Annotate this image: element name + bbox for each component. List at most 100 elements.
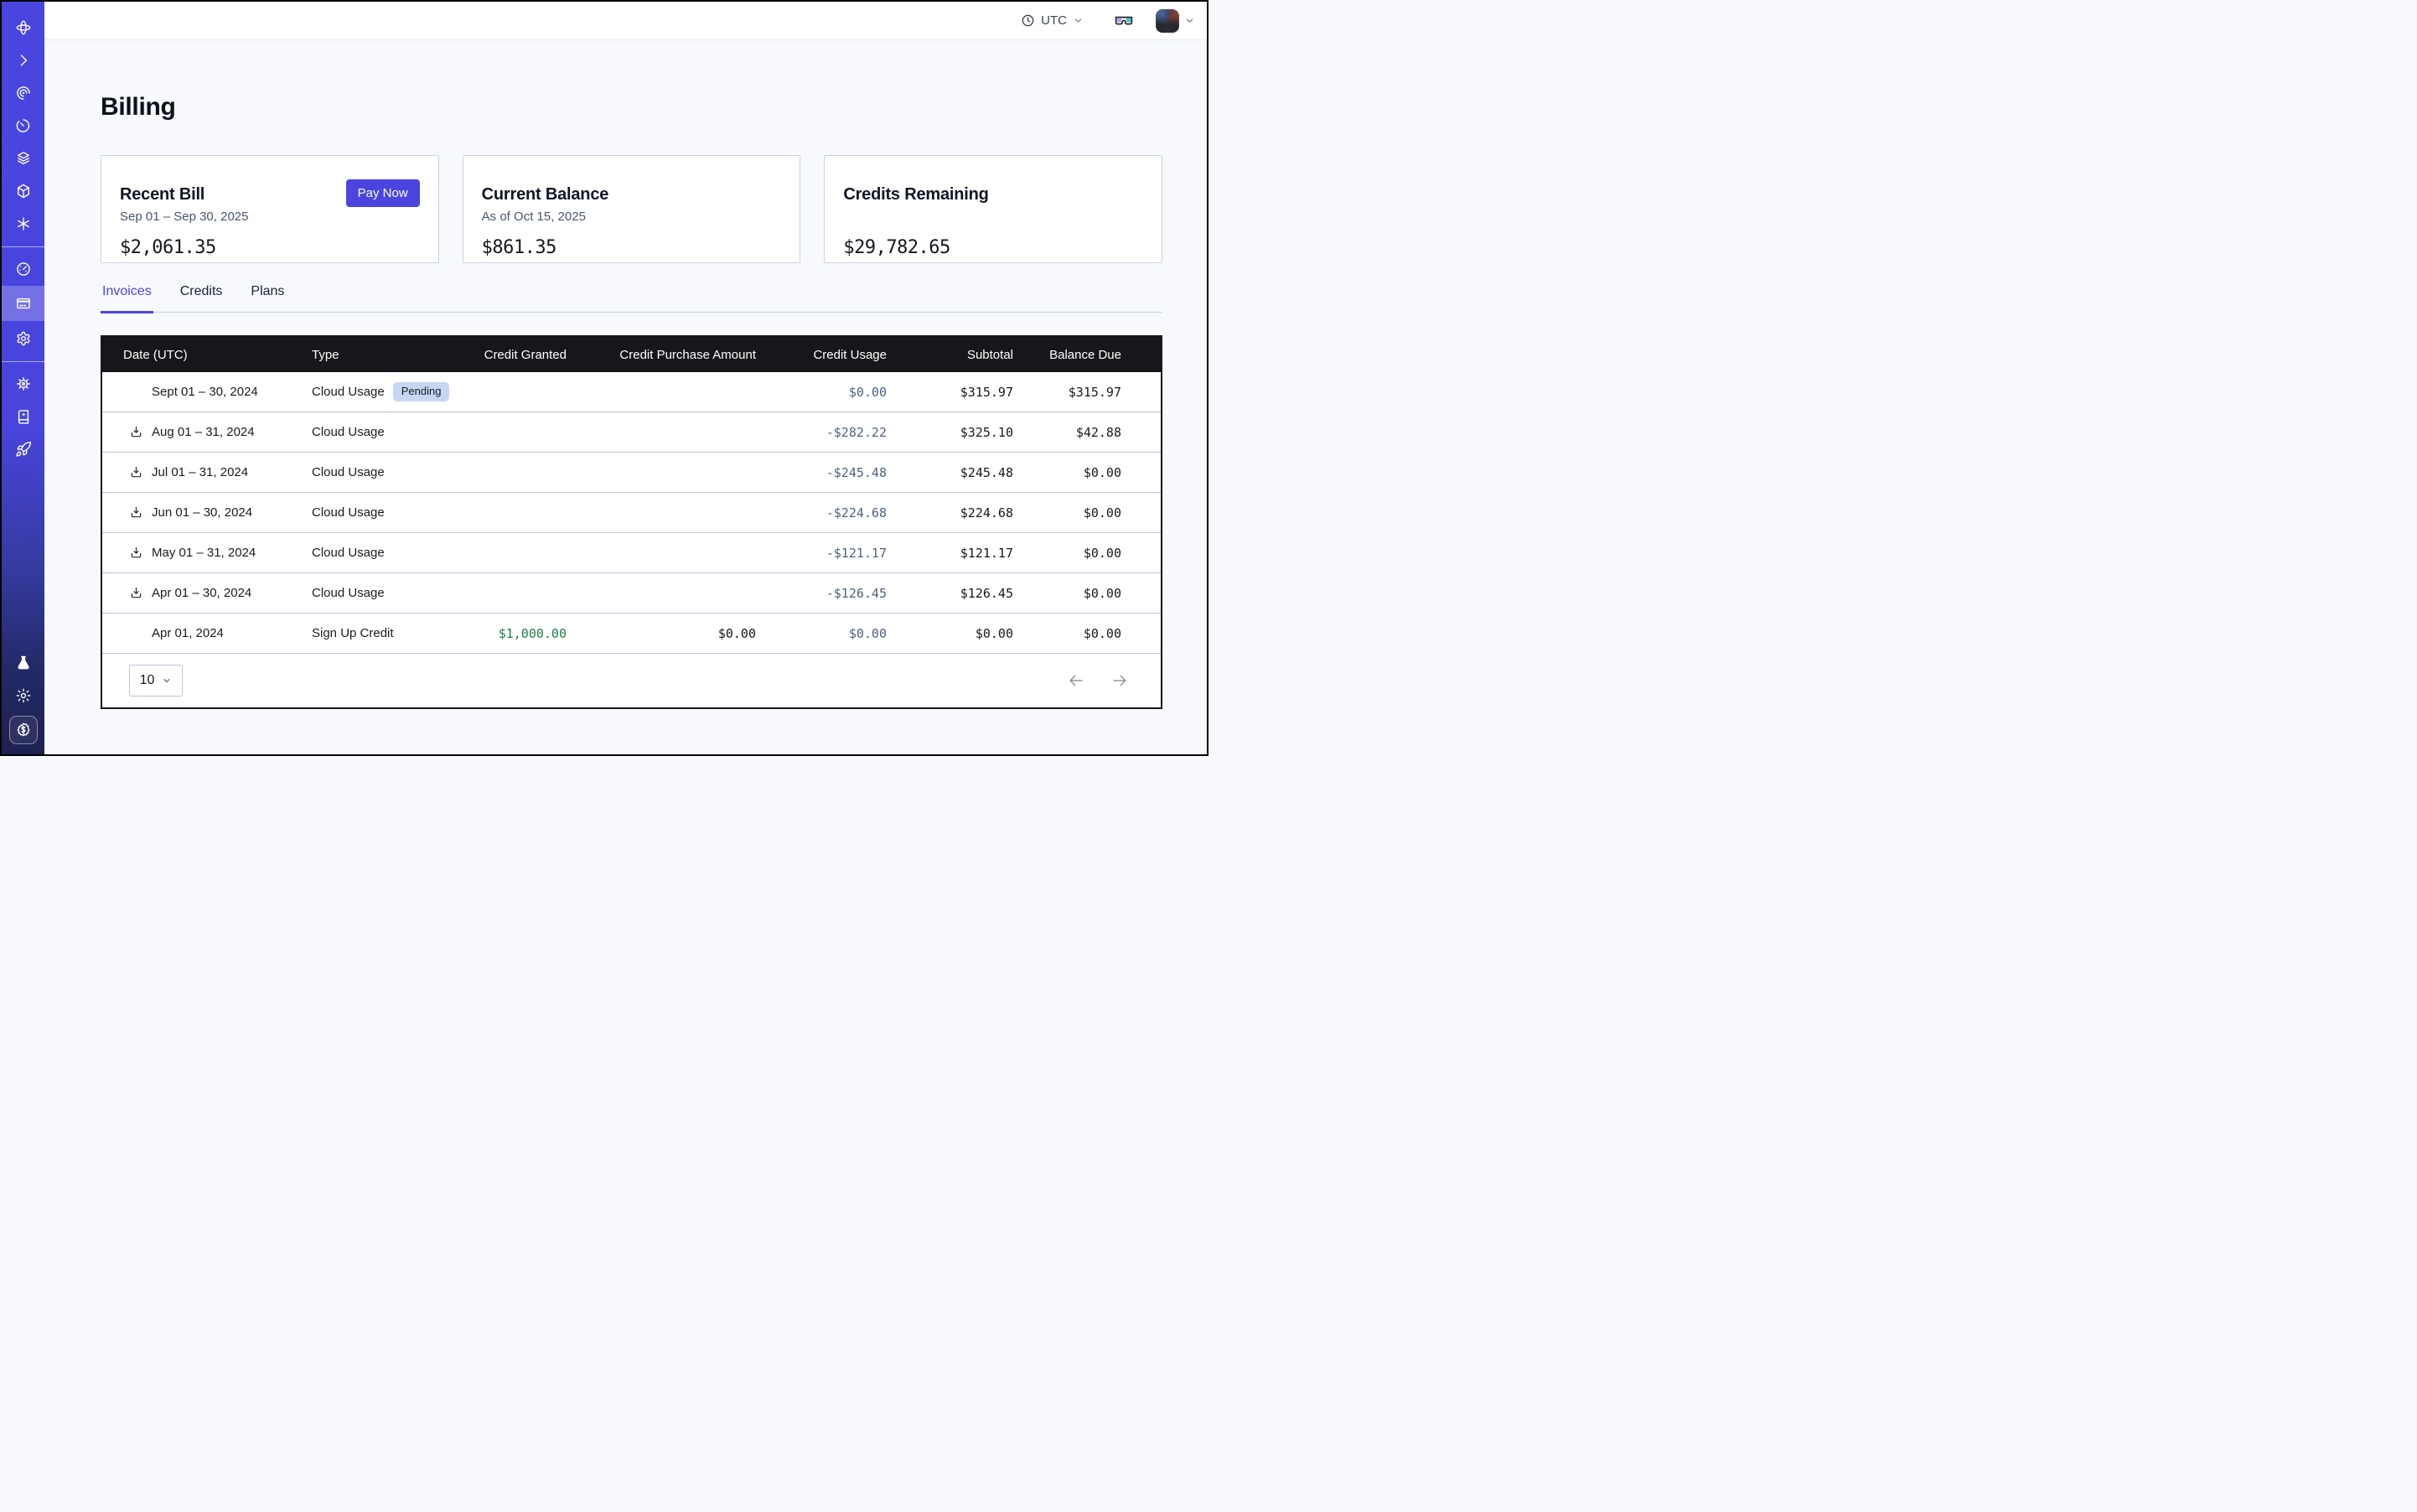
download-invoice-icon[interactable] xyxy=(129,586,143,600)
card-title: Current Balance xyxy=(482,184,782,205)
credit-usage: -$224.68 xyxy=(756,505,887,520)
user-avatar[interactable] xyxy=(1156,9,1179,33)
invoice-type: Cloud Usage xyxy=(312,546,385,560)
invoices-table: Date (UTC)TypeCredit GrantedCredit Purch… xyxy=(101,335,1162,709)
credits-remaining-card: Credits Remaining $29,782.65 xyxy=(824,155,1162,263)
rocket-icon[interactable] xyxy=(2,433,44,464)
table-footer: 10 xyxy=(102,654,1161,707)
invoice-date: Sept 01 – 30, 2024 xyxy=(152,385,258,399)
balance-due: $0.00 xyxy=(1013,626,1121,641)
subtotal: $126.45 xyxy=(887,586,1013,601)
card-subtitle: Sep 01 – Sep 30, 2025 xyxy=(120,208,420,226)
download-invoice-icon[interactable] xyxy=(129,425,143,439)
balance-due: $42.88 xyxy=(1013,425,1121,440)
tab-credits[interactable]: Credits xyxy=(179,283,225,313)
download-invoice-icon[interactable] xyxy=(129,546,143,560)
invoice-date: Aug 01 – 31, 2024 xyxy=(152,425,255,439)
page-size-value: 10 xyxy=(140,673,155,688)
column-header: Balance Due xyxy=(1013,348,1121,362)
theme-sun-icon[interactable] xyxy=(2,680,44,711)
credit-usage: -$282.22 xyxy=(756,425,887,440)
credit-usage: $0.00 xyxy=(756,626,887,641)
main-area: UTC Billing Recent Bill Sep 01 – Sep 30,… xyxy=(44,2,1207,754)
invoice-type: Sign Up Credit xyxy=(312,626,394,640)
credit-usage: -$126.45 xyxy=(756,586,887,601)
subtotal: $325.10 xyxy=(887,425,1013,440)
table-row: Sept 01 – 30, 2024Cloud UsagePending$0.0… xyxy=(102,372,1161,412)
next-page-button[interactable] xyxy=(1110,671,1131,691)
sidebar-divider xyxy=(2,361,44,362)
account-menu-chevron-icon[interactable] xyxy=(1184,15,1195,26)
helm-wheel-icon[interactable] xyxy=(2,368,44,399)
card-subtitle xyxy=(843,208,1143,226)
expand-sidebar-icon[interactable] xyxy=(2,44,44,75)
timezone-label: UTC xyxy=(1041,13,1067,28)
column-header: Date (UTC) xyxy=(102,348,312,362)
download-invoice-icon[interactable] xyxy=(129,465,143,479)
balance-due: $0.00 xyxy=(1013,546,1121,561)
previous-page-button[interactable] xyxy=(1067,671,1087,691)
column-header: Subtotal xyxy=(887,348,1013,362)
layers-icon[interactable] xyxy=(2,142,44,173)
recent-bill-card: Recent Bill Sep 01 – Sep 30, 2025 $2,061… xyxy=(101,155,439,263)
pay-now-button[interactable]: Pay Now xyxy=(346,179,420,207)
invoice-date: Apr 01 – 30, 2024 xyxy=(152,586,251,600)
invoice-type: Cloud Usage xyxy=(312,586,385,600)
credit-purchase-amount: $0.00 xyxy=(567,626,756,641)
card-amount: $861.35 xyxy=(482,236,782,261)
table-row: Jul 01 – 31, 2024 Cloud Usage -$245.48$245… xyxy=(102,453,1161,493)
subtotal: $245.48 xyxy=(887,465,1013,480)
clock-icon xyxy=(1021,13,1035,28)
invoice-date: Jul 01 – 31, 2024 xyxy=(152,465,248,479)
invoice-type: Cloud Usage xyxy=(312,465,385,479)
timer-icon[interactable] xyxy=(2,110,44,141)
invoice-type: Cloud Usage xyxy=(312,425,385,439)
subtotal: $0.00 xyxy=(887,626,1013,641)
docs-book-icon[interactable] xyxy=(2,401,44,432)
download-placeholder xyxy=(129,385,143,399)
invoice-date: Apr 01, 2024 xyxy=(152,626,224,640)
current-balance-card: Current Balance As of Oct 15, 2025 $861.… xyxy=(463,155,801,263)
cube-icon[interactable] xyxy=(2,175,44,206)
download-invoice-icon[interactable] xyxy=(129,505,143,520)
billing-credit-card-icon[interactable] xyxy=(2,286,44,321)
chevron-down-icon xyxy=(1073,15,1084,26)
credit-usage: $0.00 xyxy=(756,385,887,400)
card-title: Credits Remaining xyxy=(843,184,1143,205)
credit-usage: -$245.48 xyxy=(756,465,887,480)
card-amount: $2,061.35 xyxy=(120,236,420,261)
tab-plans[interactable]: Plans xyxy=(249,283,286,313)
timezone-selector[interactable]: UTC xyxy=(1021,13,1084,28)
page-title: Billing xyxy=(101,91,1162,124)
credit-usage: -$121.17 xyxy=(756,546,887,561)
column-header: Credit Granted xyxy=(454,348,567,362)
logo-orbit-icon[interactable] xyxy=(2,12,44,43)
sidebar-divider xyxy=(2,246,44,247)
iris-icon[interactable] xyxy=(2,77,44,108)
gauge-icon[interactable] xyxy=(2,253,44,284)
sidebar xyxy=(2,2,44,754)
table-row: Jun 01 – 30, 2024Cloud Usage-$224.68$224… xyxy=(102,493,1161,533)
tab-invoices[interactable]: Invoices xyxy=(101,283,153,313)
chevron-down-icon xyxy=(162,676,172,686)
column-header: Credit Usage xyxy=(756,348,887,362)
subtotal: $224.68 xyxy=(887,505,1013,520)
credit-granted: $1,000.00 xyxy=(454,626,567,641)
page-size-select[interactable]: 10 xyxy=(129,665,183,696)
subtotal: $315.97 xyxy=(887,385,1013,400)
topbar: UTC xyxy=(44,2,1207,40)
download-placeholder xyxy=(129,626,143,640)
card-subtitle: As of Oct 15, 2025 xyxy=(482,208,782,226)
table-row: Apr 01 – 30, 2024 Cloud Usage -$126.45$126… xyxy=(102,573,1161,614)
arrow-left-icon xyxy=(1067,671,1087,690)
subtotal: $121.17 xyxy=(887,546,1013,561)
billing-tabs: Invoices Credits Plans xyxy=(101,283,1162,313)
table-row: Aug 01 – 31, 2024 Cloud Usage -$282.22$325… xyxy=(102,412,1161,453)
settings-gear-icon[interactable] xyxy=(2,323,44,354)
status-badge: Pending xyxy=(393,382,450,401)
arrow-right-icon xyxy=(1110,671,1131,690)
dollar-badge-icon[interactable] xyxy=(9,716,38,744)
labs-flask-icon[interactable] xyxy=(2,647,44,678)
3d-glasses-icon[interactable] xyxy=(1114,11,1134,31)
asterisk-icon[interactable] xyxy=(2,208,44,239)
